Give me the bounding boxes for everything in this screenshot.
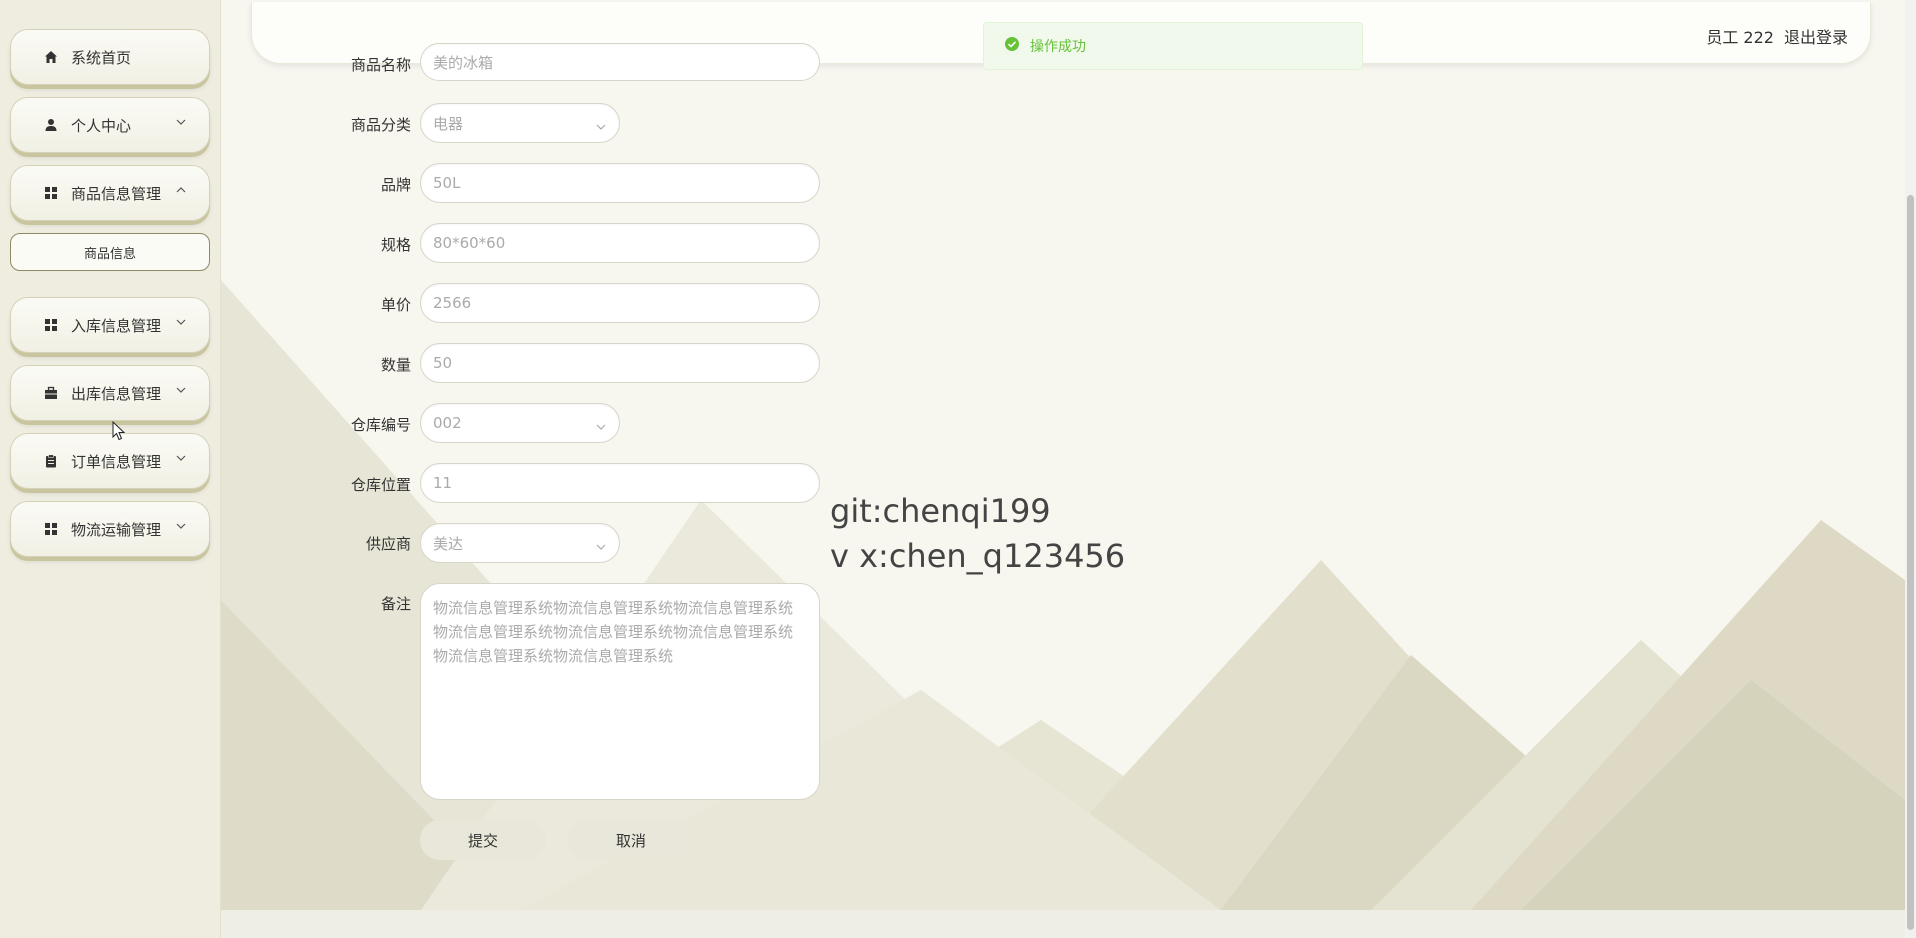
sidebar-item-label: 出库信息管理 bbox=[71, 384, 162, 403]
user-icon bbox=[43, 117, 59, 133]
spec-input[interactable]: 80*60*60 bbox=[420, 223, 820, 263]
check-circle-icon bbox=[1004, 36, 1020, 56]
label-warehouse-no: 仓库编号 bbox=[350, 416, 411, 434]
user-name: 员工 222 bbox=[1706, 28, 1774, 47]
supplier-select[interactable]: 美达 bbox=[420, 523, 620, 563]
toast-message: 操作成功 bbox=[1030, 39, 1086, 55]
quantity-input[interactable]: 50 bbox=[420, 343, 820, 383]
sidebar-item-profile[interactable]: 个人中心 bbox=[10, 97, 210, 153]
label-remark: 备注 bbox=[380, 595, 411, 613]
chevron-down-icon bbox=[175, 518, 187, 530]
sidebar-item-label: 入库信息管理 bbox=[71, 316, 162, 335]
sidebar-item-outbound-management[interactable]: 出库信息管理 bbox=[10, 365, 210, 421]
label-spec: 规格 bbox=[380, 236, 411, 254]
label-product-name: 商品名称 bbox=[350, 56, 411, 74]
grid-icon bbox=[43, 521, 59, 537]
category-select[interactable]: 电器 bbox=[420, 103, 620, 143]
sidebar-item-label: 订单信息管理 bbox=[71, 452, 162, 471]
briefcase-icon bbox=[43, 385, 59, 401]
label-category: 商品分类 bbox=[350, 116, 411, 134]
product-name-input[interactable]: 美的冰箱 bbox=[420, 43, 820, 81]
label-quantity: 数量 bbox=[380, 356, 411, 374]
brand-value: 50L bbox=[433, 174, 461, 192]
sidebar-subitem-label: 商品信息 bbox=[83, 246, 136, 262]
warehouse-location-value: 11 bbox=[433, 474, 453, 492]
sidebar-item-order-management[interactable]: 订单信息管理 bbox=[10, 433, 210, 489]
category-value: 电器 bbox=[433, 114, 464, 133]
chevron-down-icon bbox=[175, 114, 187, 126]
sidebar-item-label: 系统首页 bbox=[71, 48, 132, 67]
main-content: 统 员工 222 退出登录 商品名称 美的冰箱 商品分类 电器 品牌 50L 规… bbox=[221, 0, 1905, 938]
logout-link[interactable]: 退出登录 bbox=[1784, 24, 1848, 48]
overlay-git-text: git:chenqi199 bbox=[830, 492, 1051, 530]
sidebar-item-label: 物流运输管理 bbox=[71, 520, 162, 539]
warehouse-no-select[interactable]: 002 bbox=[420, 403, 620, 443]
warehouse-no-value: 002 bbox=[433, 414, 462, 432]
sidebar-item-label: 商品信息管理 bbox=[71, 184, 162, 203]
overlay-contact-text: v x:chen_q123456 bbox=[830, 537, 1126, 575]
clipboard-icon bbox=[43, 453, 59, 469]
sidebar-item-inbound-management[interactable]: 入库信息管理 bbox=[10, 297, 210, 353]
scrollbar-thumb[interactable] bbox=[1907, 195, 1914, 930]
spec-value: 80*60*60 bbox=[433, 234, 506, 252]
chevron-up-icon bbox=[175, 182, 187, 194]
label-price: 单价 bbox=[380, 296, 411, 314]
warehouse-location-input[interactable]: 11 bbox=[420, 463, 820, 503]
label-supplier: 供应商 bbox=[365, 535, 411, 553]
quantity-value: 50 bbox=[433, 354, 453, 372]
product-name-value: 美的冰箱 bbox=[433, 53, 494, 72]
user-info: 员工 222 退出登录 bbox=[1706, 24, 1848, 48]
sidebar-item-product-management[interactable]: 商品信息管理 bbox=[10, 165, 210, 221]
remark-textarea[interactable]: 物流信息管理系统物流信息管理系统物流信息管理系统物流信息管理系统物流信息管理系统… bbox=[420, 583, 820, 800]
remark-value: 物流信息管理系统物流信息管理系统物流信息管理系统物流信息管理系统物流信息管理系统… bbox=[433, 599, 794, 665]
sidebar: 系统首页 个人中心 商品信息管理 商品信息 入库信息管理 出库信息管理 订单信息… bbox=[0, 0, 221, 938]
supplier-value: 美达 bbox=[433, 534, 464, 553]
grid-icon bbox=[43, 317, 59, 333]
mouse-cursor-icon bbox=[112, 420, 126, 445]
chevron-down-icon bbox=[595, 118, 607, 130]
sidebar-item-logistics-management[interactable]: 物流运输管理 bbox=[10, 501, 210, 557]
price-value: 2566 bbox=[433, 294, 472, 312]
sidebar-subitem-product-info[interactable]: 商品信息 bbox=[10, 233, 210, 271]
chevron-down-icon bbox=[175, 382, 187, 394]
success-toast: 操作成功 bbox=[983, 22, 1363, 70]
label-brand: 品牌 bbox=[380, 176, 411, 194]
sidebar-item-home[interactable]: 系统首页 bbox=[10, 29, 210, 85]
chevron-down-icon bbox=[175, 314, 187, 326]
submit-button[interactable]: 提交 bbox=[420, 820, 546, 860]
sidebar-item-label: 个人中心 bbox=[71, 116, 132, 135]
chevron-down-icon bbox=[175, 450, 187, 462]
vertical-scrollbar[interactable] bbox=[1905, 0, 1916, 938]
price-input[interactable]: 2566 bbox=[420, 283, 820, 323]
cancel-button[interactable]: 取消 bbox=[567, 820, 695, 860]
chevron-down-icon bbox=[595, 538, 607, 550]
brand-input[interactable]: 50L bbox=[420, 163, 820, 203]
grid-icon bbox=[43, 185, 59, 201]
label-warehouse-location: 仓库位置 bbox=[350, 476, 411, 494]
home-icon bbox=[43, 49, 59, 65]
chevron-down-icon bbox=[595, 418, 607, 430]
